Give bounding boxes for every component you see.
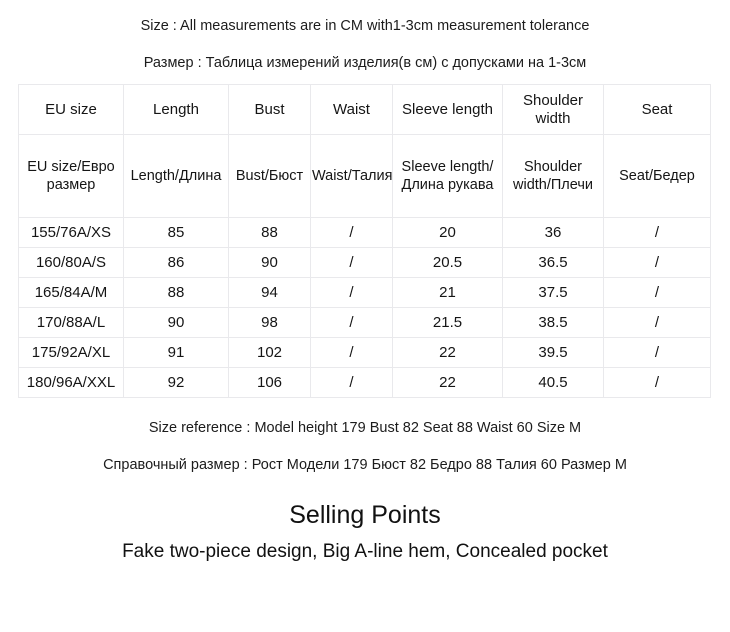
cell-waist: / bbox=[310, 307, 393, 339]
table-row: 170/88A/L 90 98 / 21.5 38.5 / bbox=[18, 307, 711, 339]
intro-section: Size : All measurements are in CM with1-… bbox=[0, 0, 730, 71]
size-reference-english: Size reference : Model height 179 Bust 8… bbox=[148, 420, 582, 437]
cell-bust: 98 bbox=[228, 307, 311, 339]
table-header-row-english: EU size Length Bust Waist Sleeve length … bbox=[18, 84, 711, 136]
cell-sleeve-length: 20.5 bbox=[392, 247, 503, 279]
cell-eu-size: 170/88A/L bbox=[18, 307, 124, 339]
cell-waist: / bbox=[310, 367, 393, 399]
table-row: 160/80A/S 86 90 / 20.5 36.5 / bbox=[18, 247, 711, 279]
cell-shoulder-width: 38.5 bbox=[502, 307, 604, 339]
size-chart-table: EU size Length Bust Waist Sleeve length … bbox=[18, 84, 711, 399]
cell-shoulder-width: 36 bbox=[502, 217, 604, 249]
cell-seat: / bbox=[603, 367, 711, 399]
cell-eu-size: 180/96A/XXL bbox=[18, 367, 124, 399]
table-row: 165/84A/M 88 94 / 21 37.5 / bbox=[18, 277, 711, 309]
cell-seat: / bbox=[603, 337, 711, 369]
cell-shoulder-width: 40.5 bbox=[502, 367, 604, 399]
selling-points-title: Selling Points bbox=[289, 500, 441, 529]
table-header-row-russian: EU size/Евро размер Length/Длина Bust/Бю… bbox=[18, 134, 711, 219]
header-length: Length bbox=[123, 84, 229, 136]
cell-length: 85 bbox=[123, 217, 229, 249]
table-row: 180/96A/XXL 92 106 / 22 40.5 / bbox=[18, 367, 711, 399]
cell-bust: 90 bbox=[228, 247, 311, 279]
cell-seat: / bbox=[603, 247, 711, 279]
cell-eu-size: 155/76A/XS bbox=[18, 217, 124, 249]
intro-line-russian: Размер : Таблица измерений изделия(в см)… bbox=[143, 54, 587, 71]
cell-bust: 102 bbox=[228, 337, 311, 369]
header-ru-eu-size: EU size/Евро размер bbox=[18, 134, 124, 219]
cell-sleeve-length: 22 bbox=[392, 337, 503, 369]
size-reference-russian: Справочный размер : Рост Модели 179 Бюст… bbox=[103, 457, 627, 474]
header-bust: Bust bbox=[228, 84, 311, 136]
header-waist: Waist bbox=[310, 84, 393, 136]
intro-line-english: Size : All measurements are in CM with1-… bbox=[140, 18, 590, 34]
cell-shoulder-width: 36.5 bbox=[502, 247, 604, 279]
cell-bust: 94 bbox=[228, 277, 311, 309]
size-reference-section: Size reference : Model height 179 Bust 8… bbox=[0, 420, 730, 473]
header-ru-shoulder-width: Shoulder width/Плечи bbox=[502, 134, 604, 219]
cell-seat: / bbox=[603, 307, 711, 339]
cell-sleeve-length: 21 bbox=[392, 277, 503, 309]
header-ru-seat: Seat/Бедер bbox=[603, 134, 711, 219]
selling-points-subtitle: Fake two-piece design, Big A-line hem, C… bbox=[122, 541, 608, 563]
table-row: 175/92A/XL 91 102 / 22 39.5 / bbox=[18, 337, 711, 369]
cell-length: 88 bbox=[123, 277, 229, 309]
header-ru-length: Length/Длина bbox=[123, 134, 229, 219]
cell-eu-size: 165/84A/M bbox=[18, 277, 124, 309]
cell-waist: / bbox=[310, 217, 393, 249]
cell-sleeve-length: 20 bbox=[392, 217, 503, 249]
cell-eu-size: 175/92A/XL bbox=[18, 337, 124, 369]
cell-eu-size: 160/80A/S bbox=[18, 247, 124, 279]
cell-waist: / bbox=[310, 337, 393, 369]
cell-bust: 106 bbox=[228, 367, 311, 399]
cell-seat: / bbox=[603, 277, 711, 309]
cell-shoulder-width: 37.5 bbox=[502, 277, 604, 309]
cell-sleeve-length: 22 bbox=[392, 367, 503, 399]
table-row: 155/76A/XS 85 88 / 20 36 / bbox=[18, 217, 711, 249]
header-eu-size: EU size bbox=[18, 84, 124, 136]
cell-sleeve-length: 21.5 bbox=[392, 307, 503, 339]
cell-length: 86 bbox=[123, 247, 229, 279]
cell-seat: / bbox=[603, 217, 711, 249]
cell-bust: 88 bbox=[228, 217, 311, 249]
cell-waist: / bbox=[310, 277, 393, 309]
cell-length: 90 bbox=[123, 307, 229, 339]
cell-shoulder-width: 39.5 bbox=[502, 337, 604, 369]
header-ru-waist: Waist/Талия bbox=[310, 134, 393, 219]
header-shoulder-width: Shoulder width bbox=[502, 84, 604, 136]
header-sleeve-length: Sleeve length bbox=[392, 84, 503, 136]
cell-length: 92 bbox=[123, 367, 229, 399]
size-chart-container: EU size Length Bust Waist Sleeve length … bbox=[18, 84, 711, 399]
header-ru-bust: Bust/Бюст bbox=[228, 134, 311, 219]
selling-points-section: Selling Points Fake two-piece design, Bi… bbox=[0, 500, 730, 563]
cell-waist: / bbox=[310, 247, 393, 279]
header-seat: Seat bbox=[603, 84, 711, 136]
cell-length: 91 bbox=[123, 337, 229, 369]
header-ru-sleeve-length: Sleeve length/Длина рукава bbox=[392, 134, 503, 219]
